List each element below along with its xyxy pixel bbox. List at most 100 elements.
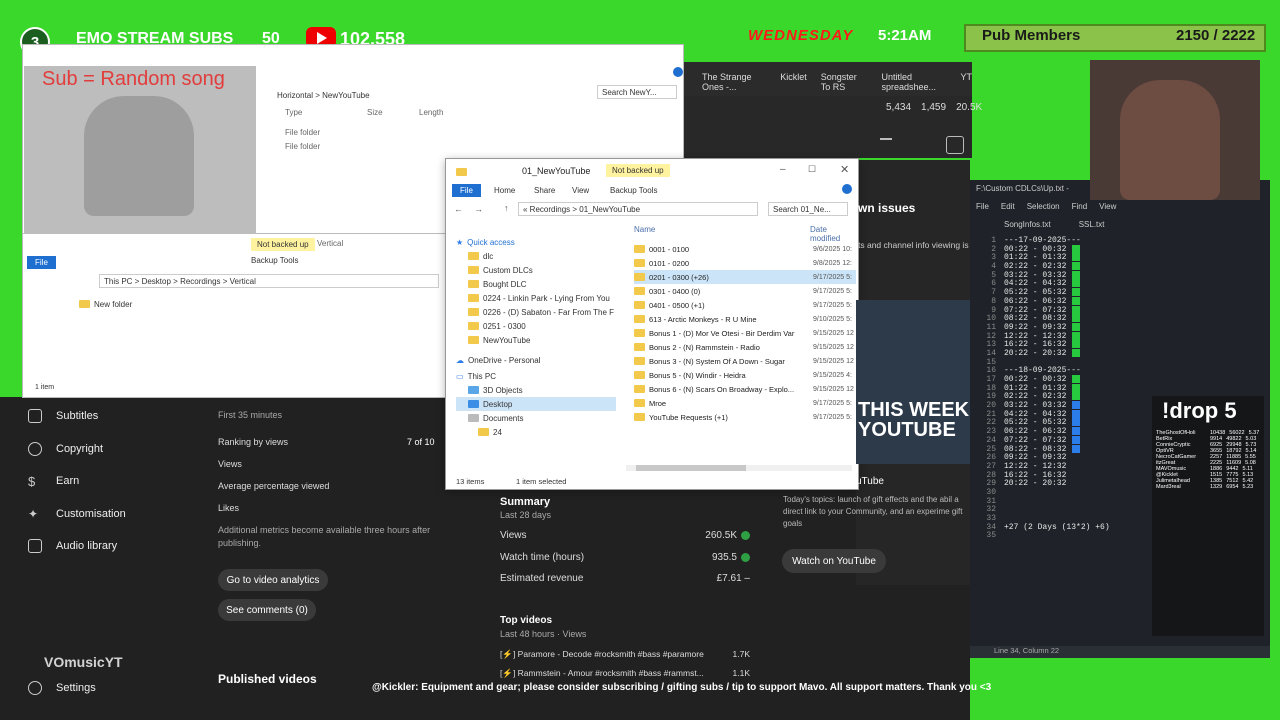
search-input[interactable]: Search NewY... [597,85,677,99]
nav-item[interactable]: 0224 - Linkin Park - Lying From You [456,291,616,305]
close-button[interactable]: ✕ [840,163,849,176]
tab-ssl[interactable]: SSL.txt [1079,220,1105,229]
file-row[interactable]: Bonus 6 - (N) Scars On Broadway - Explo.… [634,382,856,396]
file-row[interactable]: Bonus 5 - (N) Windir - Heidra 9/15/2025 4… [634,368,856,382]
summary-title: Summary [500,496,551,508]
sidebar-item-audio-library[interactable]: Audio library [28,536,208,556]
menu-selection[interactable]: Selection [1027,202,1060,211]
col-type[interactable]: Type [285,108,302,117]
sidebar-item-subtitles[interactable]: Subtitles [28,406,208,426]
go-to-analytics-button[interactable]: Go to video analytics [218,569,328,591]
metrics-note: Additional metrics become available thre… [218,525,431,548]
nav-item[interactable]: dlc [456,249,616,263]
nav-quick-access[interactable]: ★ Quick access [456,235,616,249]
minimize-button[interactable]: – [780,164,786,175]
nav-item[interactable]: 0226 - (D) Sabaton - Far From The F [456,305,616,319]
sidebar-item-customisation[interactable]: ✦ Customisation [28,504,208,524]
breadcrumb[interactable]: 01_NewYouTube [579,205,640,214]
tab-file[interactable]: File [452,184,481,197]
menu-view[interactable]: View [1099,202,1116,211]
watch-on-youtube-button[interactable]: Watch on YouTube [782,549,886,573]
nav-item[interactable]: 24 [456,425,616,439]
file-row[interactable]: 0101 - 0200 9/8/2025 12: [634,256,856,270]
list-item[interactable]: New folder [79,297,132,311]
tab-songinfos[interactable]: SongInfos.txt [1004,220,1051,229]
bookmark-item[interactable]: Untitled spreadshee... [881,72,946,92]
back-arrow-icon[interactable]: ← [454,204,463,214]
file-row[interactable]: YouTube Requests (+1) 9/17/2025 5: [634,410,856,424]
line-number: 4 [991,262,996,272]
address-bar[interactable]: « Recordings > 01_NewYouTube [518,202,758,216]
maximize-button[interactable]: ☐ [808,164,816,175]
scrollbar-thumb[interactable] [636,465,746,471]
edit-icon[interactable] [946,136,964,154]
col-size[interactable]: Size [367,108,383,117]
folder-icon [79,300,90,308]
file-row[interactable]: 0201 - 0300 (+26) 9/17/2025 5: [634,270,856,284]
sidebar-label: Audio library [56,540,118,552]
sidebar-item-copyright[interactable]: Copyright [28,439,208,459]
tab-share[interactable]: Share [534,186,555,195]
nav-item[interactable]: Custom DLCs [456,263,616,277]
see-comments-button[interactable]: See comments (0) [218,599,316,621]
line-number: 34 [986,522,996,532]
menu-file[interactable]: File [976,202,989,211]
nav-item-desktop[interactable]: Desktop [456,397,616,411]
file-row[interactable]: Bonus 2 - (N) Rammstein - Radio 9/15/2025… [634,340,856,354]
top-video-item[interactable]: [⚡] Paramore - Decode #rocksmith #bass #… [500,649,750,660]
nav-item[interactable]: Documents [456,411,616,425]
pending-icon [1072,435,1081,444]
file-row[interactable]: 0001 - 0100 9/6/2025 10: [634,242,856,256]
file-row[interactable]: Mroe 9/17/2025 5: [634,396,856,410]
menu-edit[interactable]: Edit [1001,202,1015,211]
line-text: 02:22 - 02:32 [1004,262,1067,272]
help-icon[interactable] [842,184,852,194]
nav-item[interactable]: NewYouTube [456,333,616,347]
file-tab[interactable]: File [27,256,56,269]
bookmark-item[interactable]: The Strange Ones -... [702,72,766,92]
sidebar-item-settings[interactable]: Settings [28,678,208,698]
nav-item[interactable]: 3D Objects [456,383,616,397]
news-thumbnail[interactable]: THIS WEEK YOUTUBE [856,300,970,464]
menu-find[interactable]: Find [1072,202,1088,211]
file-row[interactable]: Bonus 1 - (D) Mor Ve Otesi - Bir Derdim … [634,326,856,340]
forward-arrow-icon[interactable]: → [474,204,483,214]
help-icon[interactable] [673,67,683,77]
breadcrumb[interactable]: Recordings [530,205,570,214]
tab-backup-tools[interactable]: Backup Tools [610,186,657,195]
notepad-editor[interactable]: 1 ---17-09-2025--- 2 00:22 - 00:32 3 01:22 - … [970,236,1150,540]
line-text: 05:22 - 05:32 [1004,288,1067,298]
bookmark-item[interactable]: YT [960,72,972,92]
col-name[interactable]: Name [634,225,655,234]
nav-item[interactable]: 0251 - 0300 [456,319,616,333]
sidebar-item-earn[interactable]: $ Earn [28,471,208,491]
search-input[interactable]: Search 01_Ne... [768,202,848,216]
top-video-item[interactable]: [⚡] Rammstein - Amour #rocksmith #bass #… [500,668,750,679]
upload-icon[interactable] [880,138,892,152]
line-number: 19 [986,392,996,402]
col-length[interactable]: Length [419,108,443,117]
nav-this-pc[interactable]: ▭ This PC [456,369,616,383]
nav-onedrive[interactable]: ☁ OneDrive - Personal [456,353,616,367]
horizontal-scrollbar[interactable] [626,465,852,471]
explorer-window-vertical: Not backed up Vertical Backup Tools File… [22,233,448,398]
address-bar[interactable]: This PC > Desktop > Recordings > Vertica… [99,274,439,288]
nav-item[interactable]: Bought DLC [456,277,616,291]
editor-line: 13 16:22 - 16:32 [970,340,1150,349]
file-row[interactable]: 613 - Arctic Monkeys - R U Mine 9/10/2025… [634,312,856,326]
col-date-modified[interactable]: Date modified [810,225,858,243]
pending-icon [1072,444,1081,453]
up-arrow-icon[interactable]: ↑ [504,203,509,213]
file-row[interactable]: Bonus 3 - (N) System Of A Down - Sugar 9/… [634,354,856,368]
bookmark-item[interactable]: Songster To RS [821,72,868,92]
tab-view[interactable]: View [572,186,589,195]
line-text: 00:22 - 00:32 [1004,244,1067,254]
tab-home[interactable]: Home [494,186,515,195]
file-row[interactable]: 0301 - 0400 (0) 9/17/2025 5: [634,284,856,298]
leaderboard-list: TheGhostOfHoli 10438 56022 5.37 BetRix 9914 49… [1156,430,1262,490]
bookmark-item[interactable]: Kicklet [780,72,807,92]
backup-tools-tab[interactable]: Backup Tools [251,256,298,265]
line-number: 21 [986,409,996,419]
folder-icon [468,400,479,408]
file-row[interactable]: 0401 - 0500 (+1) 9/17/2025 5: [634,298,856,312]
